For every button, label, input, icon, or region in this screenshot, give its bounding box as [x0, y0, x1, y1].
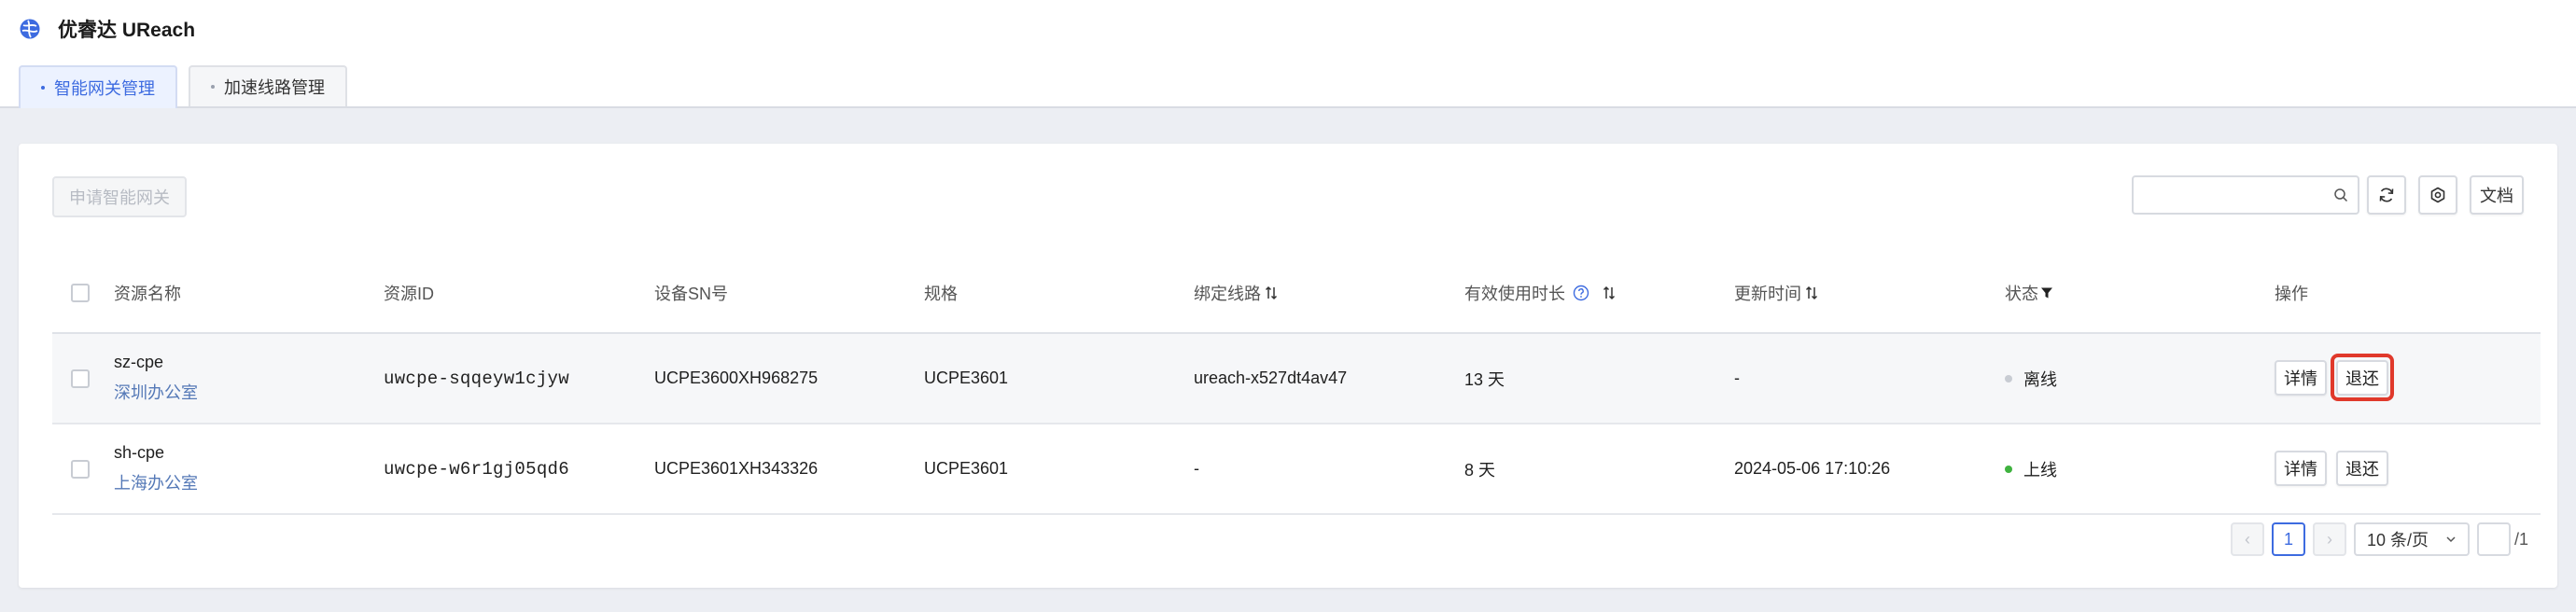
update-time: 2024-05-06 17:10:26 [1734, 459, 1891, 478]
return-button[interactable]: 退还 [2336, 451, 2388, 486]
tab-acceleration-line-management[interactable]: 加速线路管理 [189, 65, 347, 106]
column-header-id: 资源ID [384, 254, 434, 332]
column-header-sn: 设备SN号 [654, 254, 728, 332]
top-bar: 优睿达 UReach 智能网关管理 加速线路管理 [0, 0, 2576, 108]
status-text: 上线 [2023, 460, 2057, 480]
update-time: - [1734, 369, 1740, 387]
column-header-actions: 操作 [2275, 254, 2308, 332]
tab-dot-icon [41, 86, 45, 90]
spec: UCPE3601 [924, 369, 1009, 387]
column-label: 规格 [924, 285, 958, 303]
detail-button[interactable]: 详情 [2275, 360, 2327, 396]
tab-label: 加速线路管理 [224, 78, 325, 97]
gateway-table: 资源名称 资源ID 设备SN号 规格 绑定线路 有效使用时长 更新时间 状态 操… [52, 254, 2541, 515]
globe-logo-icon [20, 19, 40, 39]
valid-duration: 8 天 [1464, 460, 1496, 480]
bound-line: ureach-x527dt4av47 [1194, 369, 1348, 387]
brand: 优睿达 UReach [19, 17, 195, 41]
column-label: 操作 [2275, 285, 2308, 303]
apply-gateway-button[interactable]: 申请智能网关 [52, 176, 187, 217]
gateway-list-card: 申请智能网关 文档 资源名称 资源ID 设备SN号 规格 绑定线路 有效使用时长… [19, 144, 2557, 588]
device-sn: UCPE3600XH968275 [654, 369, 819, 387]
bound-line: - [1194, 459, 1199, 478]
column-label: 资源名称 [114, 285, 181, 303]
settings-button[interactable] [2418, 175, 2457, 215]
spec: UCPE3601 [924, 459, 1009, 478]
refresh-button[interactable] [2367, 175, 2406, 215]
status-text: 离线 [2023, 369, 2057, 389]
resource-id: uwcpe-sqqeyw1cjyw [384, 368, 569, 389]
refresh-icon [2379, 188, 2394, 202]
column-header-status[interactable]: 状态 [2005, 254, 2053, 332]
valid-duration: 13 天 [1464, 369, 1505, 389]
column-label: 更新时间 [1734, 285, 1801, 303]
row-checkbox[interactable] [71, 459, 90, 479]
select-all-checkbox[interactable] [71, 284, 90, 302]
table-row[interactable]: sh-cpe 上海办公室 uwcpe-w6r1gj05qd6 UCPE3601X… [52, 424, 2541, 515]
prev-page-button[interactable]: ‹ [2231, 522, 2264, 556]
docs-button[interactable]: 文档 [2470, 175, 2524, 215]
column-label: 设备SN号 [654, 285, 729, 303]
next-page-button[interactable]: › [2313, 522, 2346, 556]
page-size-value: 10 条/页 [2367, 531, 2429, 549]
column-label: 资源ID [384, 285, 434, 303]
page-size-select[interactable]: 10 条/页 [2354, 522, 2470, 556]
help-icon[interactable] [1573, 285, 1589, 301]
sort-icon[interactable] [1603, 285, 1616, 300]
tab-gateway-management[interactable]: 智能网关管理 [19, 65, 177, 108]
row-select-cell [71, 334, 90, 423]
column-label: 绑定线路 [1194, 285, 1261, 303]
chevron-down-icon [2446, 536, 2456, 543]
resource-name-cell: sz-cpe 深圳办公室 [114, 334, 198, 423]
status-dot-icon [2005, 374, 2012, 382]
column-label: 有效使用时长 [1464, 285, 1565, 303]
sort-icon[interactable] [1805, 285, 1818, 300]
column-label: 状态 [2005, 285, 2038, 303]
return-button[interactable]: 退还 [2336, 360, 2388, 396]
column-header-updated[interactable]: 更新时间 [1734, 254, 1818, 332]
column-header-duration[interactable]: 有效使用时长 [1464, 254, 1616, 332]
detail-button[interactable]: 详情 [2275, 451, 2327, 486]
table-row[interactable]: sz-cpe 深圳办公室 uwcpe-sqqeyw1cjyw UCPE3600X… [52, 334, 2541, 424]
tab-bar: 智能网关管理 加速线路管理 [19, 65, 358, 108]
page-number-button[interactable]: 1 [2272, 522, 2305, 556]
search-input[interactable] [2143, 177, 2330, 213]
select-all-cell [71, 254, 90, 332]
search-icon[interactable] [2333, 188, 2348, 202]
status-cell: 离线 [2005, 334, 2057, 423]
resource-id: uwcpe-w6r1gj05qd6 [384, 458, 569, 480]
resource-name: sz-cpe [114, 353, 164, 371]
tab-label: 智能网关管理 [54, 79, 155, 98]
status-cell: 上线 [2005, 424, 2057, 513]
settings-icon [2430, 187, 2445, 203]
pagination: ‹ 1 › 10 条/页 /1 [19, 522, 2557, 556]
app-title: 优睿达 UReach [58, 20, 196, 41]
tab-dot-icon [211, 85, 215, 89]
resource-name: sh-cpe [114, 443, 165, 462]
sort-icon[interactable] [1265, 285, 1278, 300]
column-header-spec: 规格 [924, 254, 958, 332]
device-sn: UCPE3601XH343326 [654, 459, 819, 478]
resource-name-cell: sh-cpe 上海办公室 [114, 424, 198, 513]
search-box[interactable] [2132, 175, 2359, 215]
table-header: 资源名称 资源ID 设备SN号 规格 绑定线路 有效使用时长 更新时间 状态 操… [52, 254, 2541, 334]
row-checkbox[interactable] [71, 369, 90, 388]
resource-location: 深圳办公室 [114, 383, 198, 402]
total-pages: /1 [2514, 529, 2529, 549]
status-dot-icon [2005, 465, 2012, 473]
resource-location: 上海办公室 [114, 474, 198, 493]
column-header-name: 资源名称 [114, 254, 181, 332]
filter-icon[interactable] [2040, 286, 2053, 299]
page-jump-input[interactable] [2477, 522, 2511, 556]
row-select-cell [71, 424, 90, 513]
column-header-line[interactable]: 绑定线路 [1194, 254, 1278, 332]
